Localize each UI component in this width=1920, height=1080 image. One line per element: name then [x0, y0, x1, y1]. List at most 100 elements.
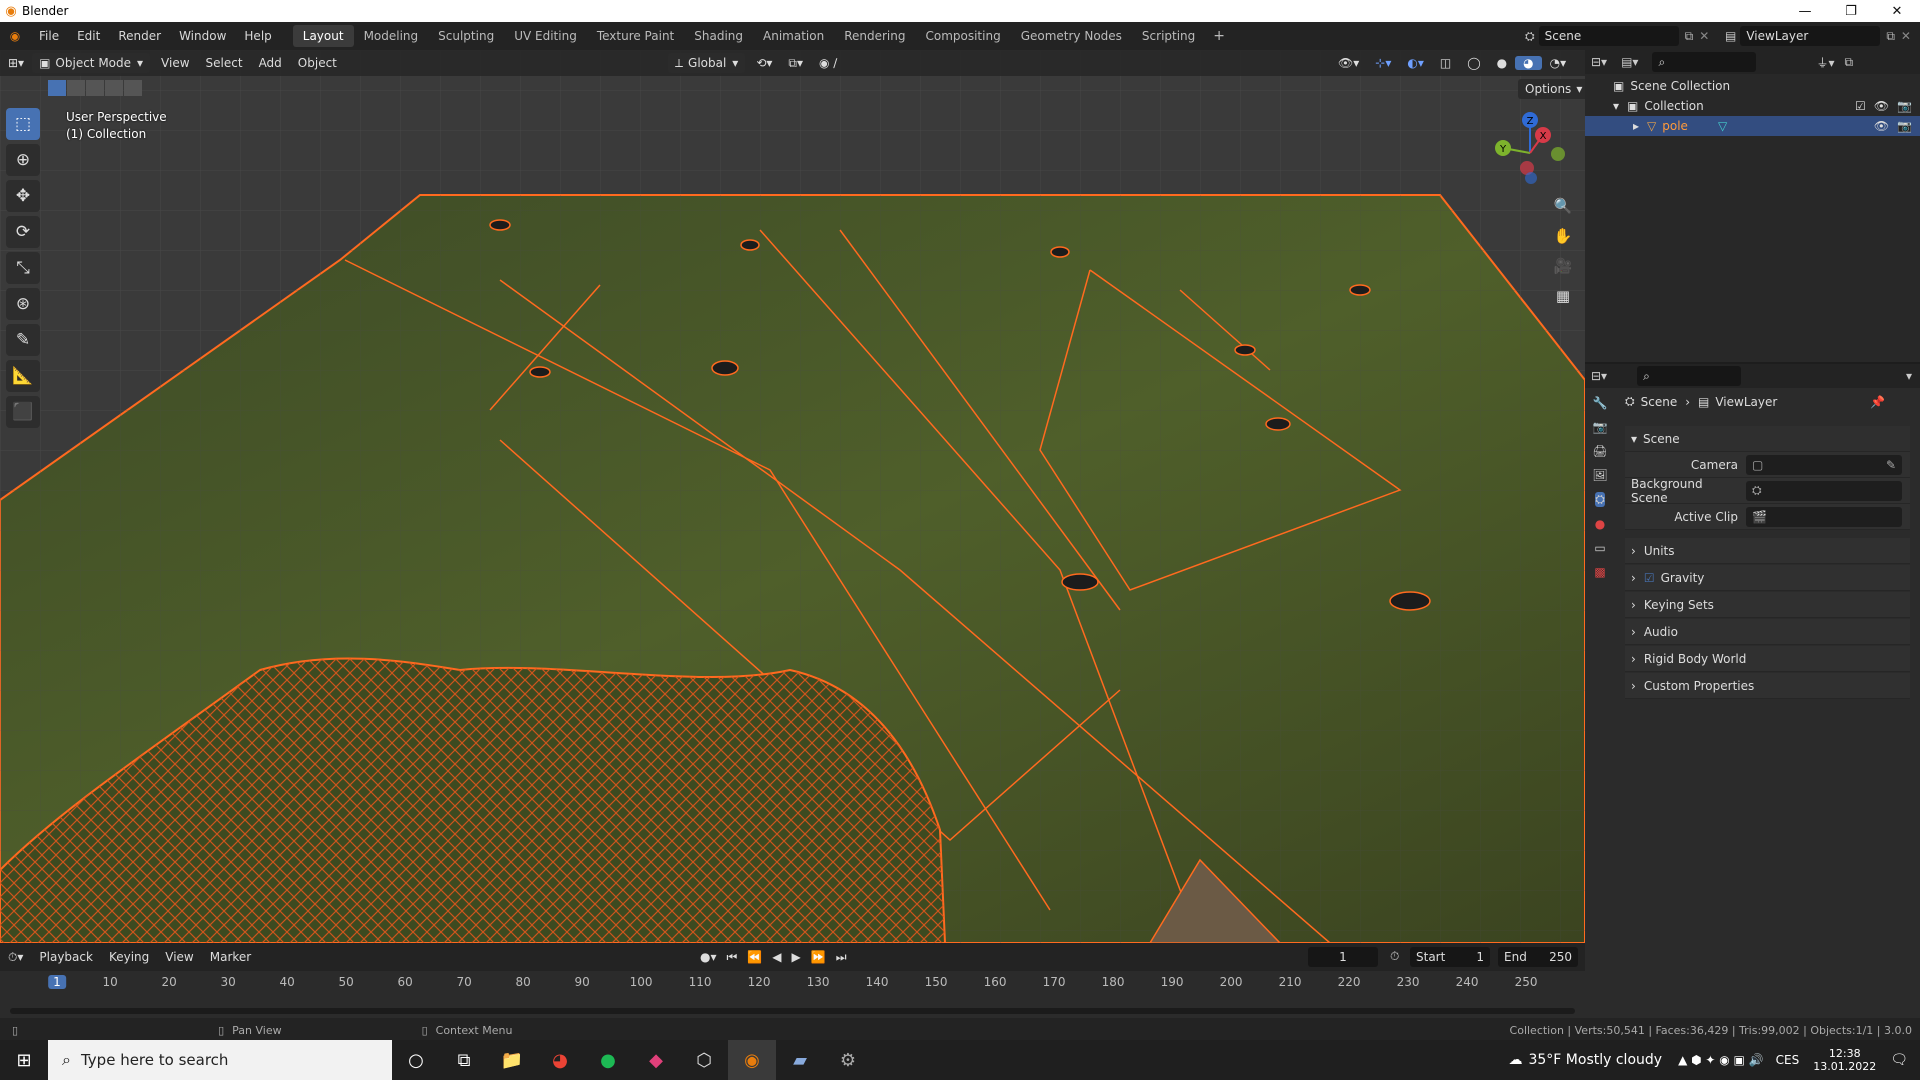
close-button[interactable]: ✕	[1874, 0, 1920, 22]
tab-sculpting[interactable]: Sculpting	[428, 25, 504, 47]
menu-render[interactable]: Render	[109, 29, 170, 43]
cortana-icon[interactable]: ○	[392, 1040, 440, 1080]
measure-tool[interactable]: 📐	[6, 360, 40, 392]
file-explorer-icon[interactable]: 📁	[488, 1040, 536, 1080]
select-subtract-icon[interactable]	[86, 80, 104, 96]
jump-start-icon[interactable]: ⏮	[727, 950, 738, 965]
select-extend-icon[interactable]	[67, 80, 85, 96]
cursor-tool[interactable]: ⊕	[6, 144, 40, 176]
tray-icons[interactable]: ▲ ⬢ ✦ ◉ ▣ 🔊	[1678, 1053, 1764, 1067]
maximize-button[interactable]: ❐	[1828, 0, 1874, 22]
camera-view-icon[interactable]: 🎥	[1548, 252, 1578, 280]
weather-text[interactable]: 35°F Mostly cloudy	[1528, 1052, 1662, 1068]
background-scene-field[interactable]: ⛭	[1746, 480, 1902, 501]
section-units[interactable]: › Units	[1625, 538, 1910, 564]
rotate-tool[interactable]: ⟳	[6, 216, 40, 248]
timeline-menu-marker[interactable]: Marker	[202, 950, 259, 964]
render-camera-icon[interactable]: 📷	[1897, 119, 1912, 133]
timeline-ruler[interactable]: 1 10 20 30 40 50 60 70 80 90 100 110 120 130 140 150 160…	[0, 971, 1585, 995]
section-gravity[interactable]: › ☑ Gravity	[1625, 565, 1910, 591]
select-box-tool[interactable]: ⬚	[6, 108, 40, 140]
notes-app-icon[interactable]: ▰	[776, 1040, 824, 1080]
pan-hand-icon[interactable]: ✋	[1548, 222, 1578, 250]
visibility-icon[interactable]: 👁▾	[1330, 56, 1367, 70]
active-clip-field[interactable]: 🎬	[1746, 506, 1902, 527]
scale-tool[interactable]: ⤡	[6, 252, 40, 284]
navigation-gizmo[interactable]: Z Y X	[1485, 108, 1575, 198]
snap-icon[interactable]: ⧉▾	[780, 56, 811, 71]
options-button[interactable]: Options ▾	[1518, 79, 1590, 99]
weather-icon[interactable]: ☁	[1508, 1052, 1522, 1068]
outliner-object-pole[interactable]: ▸ ▽ pole ▽ 👁 📷	[1585, 116, 1920, 136]
delete-scene-icon[interactable]: ✕	[1699, 29, 1709, 43]
orientation-selector[interactable]: ⟂ Global ▾	[668, 53, 746, 73]
visibility-eye-icon[interactable]: 👁	[1874, 119, 1889, 133]
3d-viewport[interactable]	[0, 50, 1585, 943]
outliner-search-input[interactable]: ⌕	[1652, 52, 1757, 72]
unity-icon[interactable]: ⬡	[680, 1040, 728, 1080]
transform-tool[interactable]: ⊛	[6, 288, 40, 320]
tab-compositing[interactable]: Compositing	[915, 25, 1010, 47]
proportional-edit-icon[interactable]: ◉ ∕	[811, 56, 845, 70]
tab-shading[interactable]: Shading	[684, 25, 753, 47]
scene-panel-header[interactable]: ▾ Scene	[1625, 426, 1910, 452]
start-windows-icon[interactable]: ⊞	[0, 1040, 48, 1080]
prev-keyframe-icon[interactable]: ⏪	[747, 950, 762, 964]
select-new-icon[interactable]	[48, 80, 66, 96]
render-camera-icon[interactable]: 📷	[1897, 99, 1912, 113]
timeline-scrollbar[interactable]	[10, 1008, 1575, 1014]
clock[interactable]: 12:38 13.01.2022	[1813, 1047, 1876, 1073]
new-collection-icon[interactable]: ⧉	[1844, 55, 1853, 70]
menu-edit[interactable]: Edit	[68, 29, 109, 43]
new-viewlayer-icon[interactable]: ⧉	[1886, 29, 1895, 44]
viewport-menu-object[interactable]: Object	[290, 56, 345, 70]
zoom-icon[interactable]: 🔍	[1548, 192, 1578, 220]
tab-texture-paint[interactable]: Texture Paint	[587, 25, 684, 47]
pivot-icon[interactable]: ⟲▾	[748, 56, 780, 70]
tab-geometry-nodes[interactable]: Geometry Nodes	[1011, 25, 1132, 47]
section-keying-sets[interactable]: › Keying Sets	[1625, 592, 1910, 618]
properties-editor-icon[interactable]: ⊟▾	[1591, 369, 1607, 383]
blender-taskbar-icon[interactable]: ◉	[728, 1040, 776, 1080]
record-icon[interactable]: ●▾	[700, 950, 717, 964]
annotate-tool[interactable]: ✎	[6, 324, 40, 356]
preview-range-icon[interactable]: ⏱	[1390, 949, 1399, 964]
tab-uv-editing[interactable]: UV Editing	[504, 25, 587, 47]
scene-selector[interactable]: Scene	[1538, 26, 1679, 46]
section-custom-properties[interactable]: › Custom Properties	[1625, 673, 1910, 699]
language-indicator[interactable]: CES	[1776, 1053, 1800, 1067]
tab-modeling[interactable]: Modeling	[354, 25, 429, 47]
tab-rendering[interactable]: Rendering	[834, 25, 915, 47]
wireframe-shading-icon[interactable]: ◯	[1459, 56, 1488, 70]
section-audio[interactable]: › Audio	[1625, 619, 1910, 645]
taskbar-search-box[interactable]: ⌕ Type here to search	[48, 1040, 392, 1080]
new-scene-icon[interactable]: ⧉	[1685, 29, 1694, 44]
add-cube-tool[interactable]: ⬛	[6, 396, 40, 428]
gizmo-toggle-icon[interactable]: ⊹▾	[1367, 56, 1399, 70]
display-mode-icon[interactable]: ▤▾	[1621, 55, 1638, 69]
editor-type-icon[interactable]: ⊞▾	[0, 56, 32, 70]
outliner-scene-collection[interactable]: ▣ Scene Collection	[1585, 76, 1920, 96]
current-frame-field[interactable]: 1	[1308, 947, 1378, 967]
exclude-checkbox-icon[interactable]: ☑	[1855, 99, 1866, 113]
tool-app-icon[interactable]: ⚙	[824, 1040, 872, 1080]
collapse-chevron-icon[interactable]: ▾	[1613, 99, 1619, 113]
select-intersect-icon[interactable]	[124, 80, 142, 96]
visibility-eye-icon[interactable]: 👁	[1874, 99, 1889, 113]
overlay-toggle-icon[interactable]: ◐▾	[1399, 56, 1432, 70]
play-icon[interactable]: ▶	[792, 950, 801, 964]
play-reverse-icon[interactable]: ◀	[772, 950, 781, 964]
timeline-editor-icon[interactable]: ⏱▾	[0, 950, 31, 965]
blender-menu-icon[interactable]: ◉	[0, 29, 30, 43]
chrome-icon[interactable]: ◕	[536, 1040, 584, 1080]
select-invert-icon[interactable]	[105, 80, 123, 96]
timeline-menu-keying[interactable]: Keying	[101, 950, 157, 964]
delete-viewlayer-icon[interactable]: ✕	[1901, 29, 1911, 43]
add-workspace-icon[interactable]: +	[1205, 28, 1233, 44]
outliner-collection[interactable]: ▾ ▣ Collection ☑ 👁 📷	[1585, 96, 1920, 116]
solid-shading-icon[interactable]: ●	[1489, 56, 1515, 70]
material-shading-icon[interactable]: ◕	[1515, 56, 1542, 70]
eyedropper-icon[interactable]: ✎	[1886, 458, 1896, 472]
tab-animation[interactable]: Animation	[753, 25, 834, 47]
jump-end-icon[interactable]: ⏭	[836, 950, 847, 965]
